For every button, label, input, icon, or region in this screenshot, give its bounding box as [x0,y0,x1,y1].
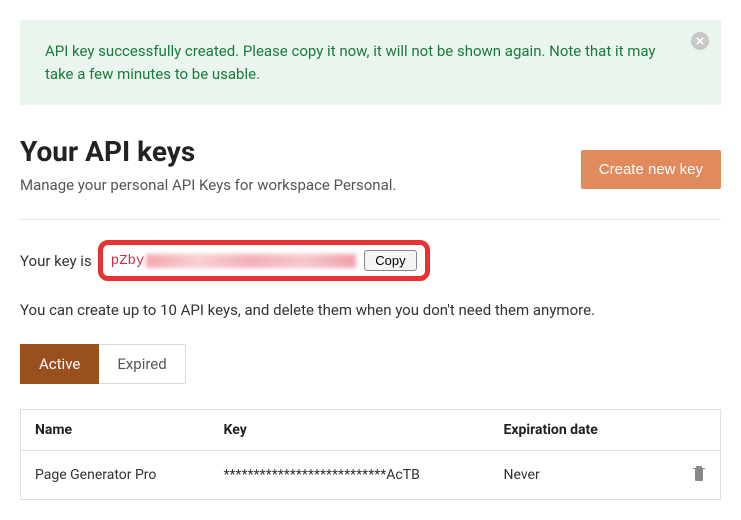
key-prefix-label: Your key is [20,252,92,270]
copy-key-button[interactable]: Copy [364,250,416,271]
key-visible-prefix: pZby [111,253,145,269]
table-header-row: Name Key Expiration date [21,410,721,451]
tabs: Active Expired [20,344,721,384]
alert-close-button[interactable] [691,32,709,50]
table-row: Page Generator Pro *********************… [21,451,721,500]
cell-name: Page Generator Pro [21,451,210,500]
new-key-row: Your key is pZby Copy [20,240,721,281]
key-value: pZby [111,253,357,269]
cell-expiration: Never [490,451,665,500]
tab-active[interactable]: Active [20,344,99,384]
key-limit-info: You can create up to 10 API keys, and de… [20,301,721,319]
col-header-key: Key [210,410,490,451]
success-alert: API key successfully created. Please cop… [20,20,721,105]
col-header-expiration: Expiration date [490,410,665,451]
tab-expired[interactable]: Expired [99,344,185,384]
page-title: Your API keys [20,135,581,168]
close-icon [696,37,704,45]
cell-key: ***************************AcTB [210,451,490,500]
divider [20,219,721,220]
create-key-button[interactable]: Create new key [581,150,721,189]
cell-actions [665,451,721,500]
trash-icon[interactable] [692,465,706,481]
api-keys-table: Name Key Expiration date Page Generator … [20,409,721,500]
page-header: Your API keys Manage your personal API K… [20,135,721,194]
col-header-name: Name [21,410,210,451]
redacted-key-box: pZby Copy [98,240,430,281]
header-text-group: Your API keys Manage your personal API K… [20,135,581,194]
page-subtitle: Manage your personal API Keys for worksp… [20,176,581,194]
key-blurred-portion [146,254,356,268]
col-header-actions [665,410,721,451]
alert-message: API key successfully created. Please cop… [45,40,676,85]
